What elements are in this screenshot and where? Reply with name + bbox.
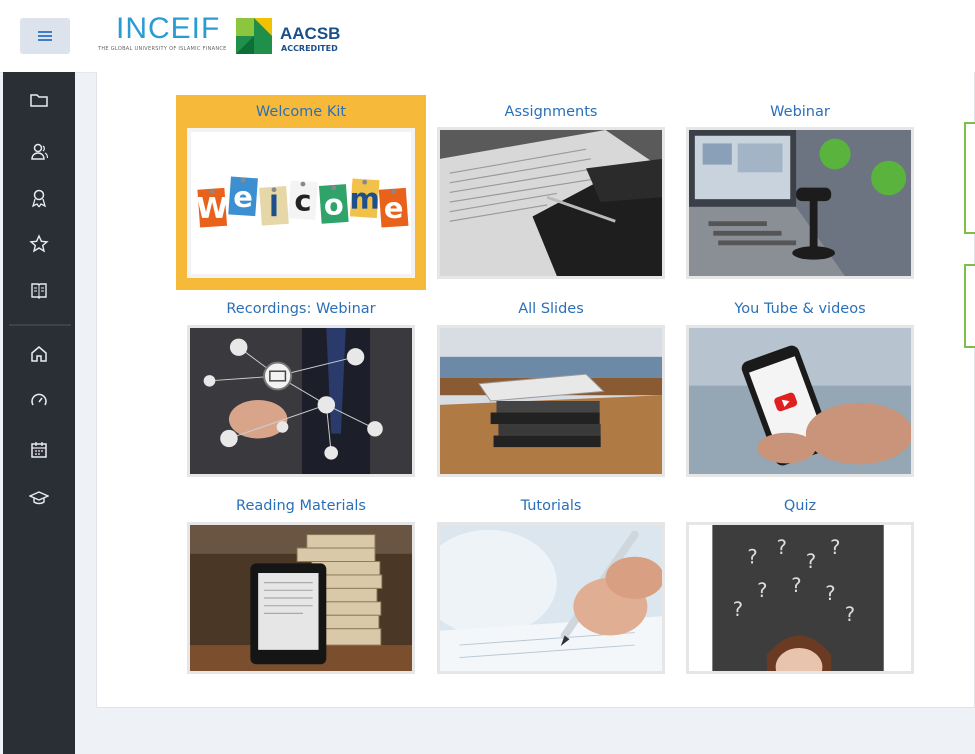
assignments-image xyxy=(437,127,665,279)
sidebar-item-courses[interactable] xyxy=(3,480,75,516)
side-panel-box[interactable] xyxy=(964,122,975,234)
tile-webinar[interactable]: Webinar xyxy=(686,95,914,285)
tile-title: Recordings: Webinar xyxy=(226,301,376,317)
welcome-kit-image: Welcome xyxy=(187,128,415,278)
tile-title: Tutorials xyxy=(520,498,582,514)
welcome-letter: W xyxy=(196,191,228,225)
quiz-image: ? ? ? ? ? ? ? ? ? xyxy=(686,522,914,674)
sidebar-item-favorites[interactable] xyxy=(3,226,75,262)
inceif-logo[interactable]: INCEIF THE GLOBAL UNIVERSITY OF ISLAMIC … xyxy=(96,12,226,58)
tutorials-image xyxy=(437,522,665,674)
tile-reading-materials[interactable]: Reading Materials xyxy=(187,489,415,679)
sidebar-item-award[interactable] xyxy=(3,180,75,216)
sidebar-item-home[interactable] xyxy=(3,336,75,372)
aacsb-mark-icon xyxy=(236,18,272,54)
tile-welcome-kit[interactable]: Welcome Kit Welcome xyxy=(176,95,426,290)
pin-icon xyxy=(300,181,306,187)
tile-title: You Tube & videos xyxy=(734,301,866,317)
inceif-logo-text: INCEIF xyxy=(116,12,221,45)
sidebar-item-users[interactable] xyxy=(3,134,75,170)
pin-icon xyxy=(362,179,368,185)
sidebar xyxy=(3,72,75,754)
tile-title: Welcome Kit xyxy=(255,104,347,120)
users-icon xyxy=(31,143,49,160)
folder-icon xyxy=(30,94,48,107)
star-icon xyxy=(29,234,49,253)
svg-text:?: ? xyxy=(791,574,801,597)
tile-quiz[interactable]: Quiz ? ? ? ? ? ? ? ? ? xyxy=(686,489,914,679)
tile-recordings-webinar[interactable]: Recordings: Webinar xyxy=(187,292,415,482)
tile-title: Quiz xyxy=(783,498,817,514)
reading-materials-image xyxy=(187,522,415,674)
sidebar-item-folder[interactable] xyxy=(3,82,75,118)
tile-title: Webinar xyxy=(770,104,830,120)
aacsb-logo: AACSB ACCREDITED xyxy=(236,18,356,58)
svg-text:?: ? xyxy=(806,550,816,573)
dashboard-icon xyxy=(31,393,47,406)
pin-icon xyxy=(271,187,277,193)
tile-youtube-videos[interactable]: You Tube & videos xyxy=(686,292,914,482)
webinar-image xyxy=(686,127,914,279)
sidebar-item-calendar[interactable] xyxy=(3,432,75,468)
tile-title: Reading Materials xyxy=(236,498,366,514)
tile-title: All Slides xyxy=(518,301,584,317)
aacsb-logo-text: AACSB xyxy=(280,24,341,43)
svg-text:?: ? xyxy=(747,546,757,569)
pin-icon xyxy=(240,177,246,183)
welcome-letter: e xyxy=(233,180,253,214)
svg-text:?: ? xyxy=(825,582,835,605)
top-header: INCEIF THE GLOBAL UNIVERSITY OF ISLAMIC … xyxy=(0,0,975,73)
welcome-letter: l xyxy=(269,190,279,224)
sidebar-divider xyxy=(9,324,71,326)
svg-text:?: ? xyxy=(830,536,840,559)
graduation-cap-icon xyxy=(29,491,49,505)
inceif-logo-tagline: THE GLOBAL UNIVERSITY OF ISLAMIC FINANCE xyxy=(98,46,227,52)
tile-all-slides[interactable]: All Slides xyxy=(437,292,665,482)
welcome-letter: o xyxy=(324,188,344,222)
hamburger-icon xyxy=(38,31,52,41)
book-icon xyxy=(31,283,47,299)
welcome-letter: m xyxy=(350,182,380,216)
welcome-letter: e xyxy=(384,191,404,225)
welcome-letter: c xyxy=(294,184,311,218)
svg-text:?: ? xyxy=(845,603,855,626)
youtube-videos-image xyxy=(686,325,914,477)
pin-icon xyxy=(391,189,397,195)
home-icon xyxy=(31,346,47,362)
tile-assignments[interactable]: Assignments xyxy=(437,95,665,285)
calendar-icon xyxy=(31,442,47,458)
pin-icon xyxy=(209,189,215,195)
aacsb-logo-subtext: ACCREDITED xyxy=(281,44,338,53)
recordings-webinar-image xyxy=(187,325,415,477)
svg-text:?: ? xyxy=(757,579,767,602)
pin-icon xyxy=(331,185,337,191)
side-panel-box[interactable] xyxy=(964,264,975,348)
sidebar-item-dashboard[interactable] xyxy=(3,382,75,418)
award-icon xyxy=(31,189,47,208)
tile-title: Assignments xyxy=(504,104,598,120)
menu-toggle-button[interactable] xyxy=(20,18,70,54)
svg-text:?: ? xyxy=(777,536,787,559)
sidebar-item-library[interactable] xyxy=(3,272,75,308)
all-slides-image xyxy=(437,325,665,477)
svg-text:?: ? xyxy=(733,598,743,621)
tile-tutorials[interactable]: Tutorials xyxy=(437,489,665,679)
